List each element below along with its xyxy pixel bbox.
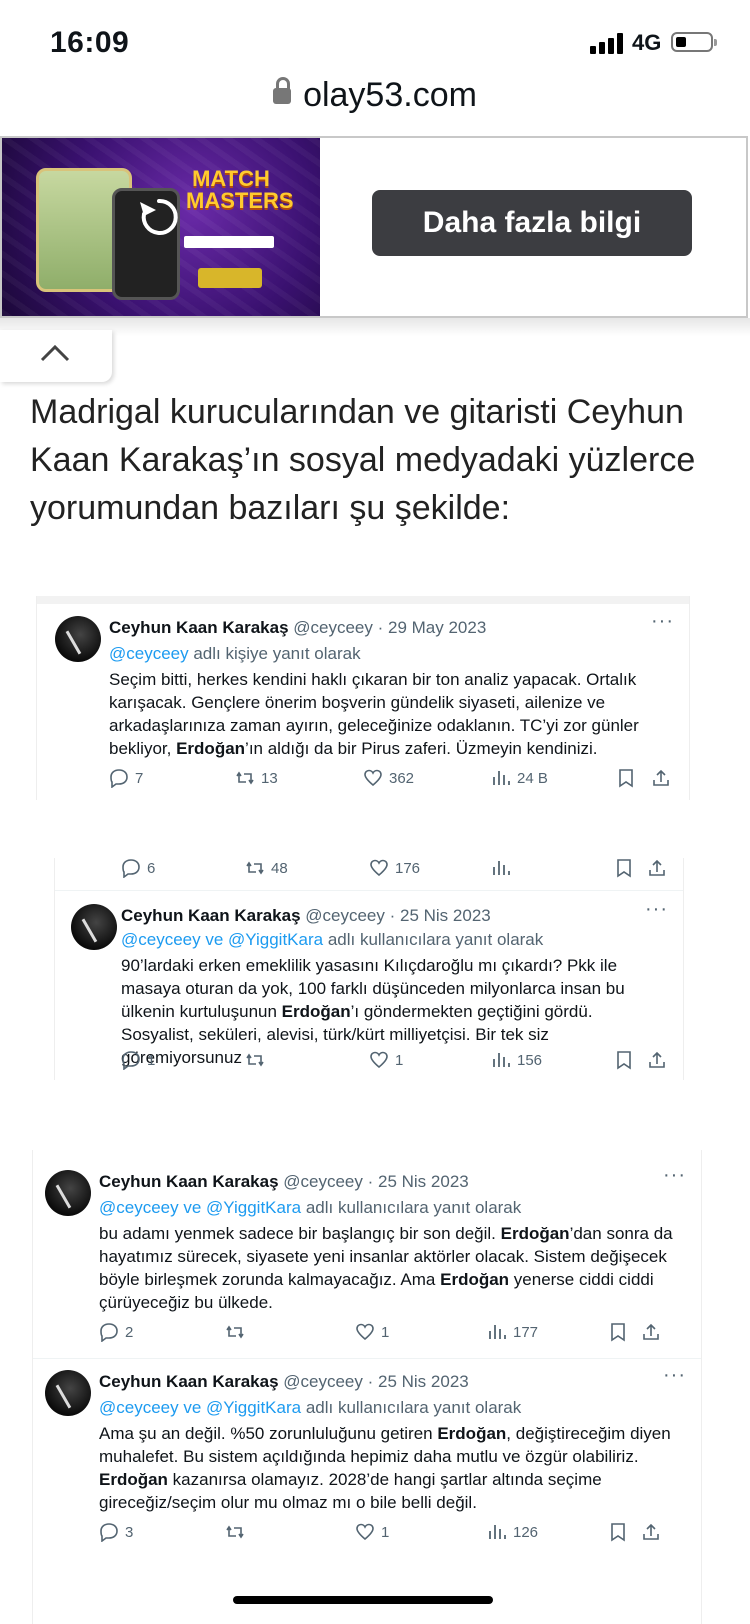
tweet-header: Ceyhun Kaan Karakaş @ceyceey · 25 Nis 20…	[121, 906, 491, 925]
prev-retweet-action[interactable]: 48	[245, 858, 288, 878]
status-time: 16:09	[50, 26, 130, 59]
ad-collapse-button[interactable]	[0, 330, 112, 382]
bookmark-icon[interactable]	[609, 1322, 627, 1342]
views-icon	[487, 1322, 507, 1342]
status-bar: 16:09 4G	[0, 0, 750, 80]
like-action[interactable]: 1	[369, 1050, 403, 1070]
views-icon	[491, 768, 511, 788]
bookmark-icon[interactable]	[609, 1522, 627, 1542]
replay-icon[interactable]	[136, 194, 182, 240]
prev-reply-action[interactable]: 6	[121, 858, 155, 879]
heart-icon	[363, 768, 383, 788]
views-action[interactable]: 24 B	[491, 768, 548, 788]
heart-icon	[369, 858, 389, 878]
heart-icon	[355, 1522, 375, 1542]
more-icon[interactable]: ···	[651, 610, 674, 633]
views-action[interactable]: 156	[491, 1050, 542, 1070]
tweet-screenshot-2: 6 48 176 Ceyhun Kaan Karakaş @ceyceey · …	[54, 858, 684, 1080]
retweet-icon	[235, 768, 255, 788]
tweet-text: bu adamı yenmek sadece bir başlangıç bir…	[99, 1224, 673, 1312]
prev-like-action[interactable]: 176	[369, 858, 420, 878]
reply-icon	[121, 1050, 141, 1071]
reply-action[interactable]: 2	[99, 1322, 133, 1343]
tweet-text: Ama şu an değil. %50 zorunluluğunu getir…	[99, 1424, 671, 1512]
share-icon[interactable]	[647, 858, 667, 878]
reply-context: @ceyceey ve @YiggitKara adlı kullanıcıla…	[99, 1398, 522, 1417]
reply-action[interactable]: 1	[121, 1050, 155, 1071]
reply-context: @ceyceey ve @YiggitKara adlı kullanıcıla…	[121, 930, 544, 949]
url-text: olay53.com	[303, 76, 477, 114]
retweet-action[interactable]	[225, 1322, 251, 1342]
ad-logo: MATCH MASTERS	[186, 166, 294, 213]
retweet-icon	[225, 1522, 245, 1542]
views-action[interactable]: 126	[487, 1522, 538, 1542]
learn-more-button[interactable]: Daha fazla bilgi	[372, 190, 692, 256]
reply-icon	[121, 858, 141, 879]
views-icon	[491, 858, 511, 878]
prev-views-action[interactable]	[491, 858, 511, 878]
tweet-header: Ceyhun Kaan Karakaş @ceyceey · 29 May 20…	[109, 618, 487, 637]
retweet-action[interactable]	[225, 1522, 251, 1542]
heart-icon	[355, 1322, 375, 1342]
retweet-icon	[225, 1322, 245, 1342]
bookmark-icon[interactable]	[615, 1050, 633, 1070]
tweet-header: Ceyhun Kaan Karakaş @ceyceey · 25 Nis 20…	[99, 1172, 469, 1191]
signal-icon	[590, 32, 626, 54]
share-icon[interactable]	[641, 1322, 661, 1342]
avatar	[45, 1370, 91, 1416]
chevron-up-icon	[40, 344, 70, 362]
retweet-action[interactable]	[245, 1050, 271, 1070]
tweet-text: Seçim bitti, herkes kendini haklı çıkara…	[109, 670, 639, 758]
avatar	[45, 1170, 91, 1216]
tweet-screenshot-1: Ceyhun Kaan Karakaş @ceyceey · 29 May 20…	[36, 596, 690, 800]
ad-banner[interactable]: MATCH MASTERS Daha fazla bilgi	[0, 136, 748, 318]
retweet-icon	[245, 858, 265, 878]
ad-image[interactable]: MATCH MASTERS	[2, 138, 320, 316]
like-action[interactable]: 362	[363, 768, 414, 788]
reply-action[interactable]: 3	[99, 1522, 133, 1543]
reply-action[interactable]: 7	[109, 768, 143, 789]
share-icon[interactable]	[641, 1522, 661, 1542]
heart-icon	[369, 1050, 389, 1070]
reply-icon	[99, 1522, 119, 1543]
battery-icon	[671, 32, 717, 52]
reply-icon	[109, 768, 129, 789]
more-icon[interactable]: ···	[645, 898, 668, 921]
more-icon[interactable]: ···	[663, 1164, 686, 1187]
tweet-screenshot-3: Ceyhun Kaan Karakaş @ceyceey · 25 Nis 20…	[32, 1150, 702, 1624]
article-paragraph: Madrigal kurucularından ve gitaristi Cey…	[30, 393, 696, 527]
bookmark-icon[interactable]	[615, 858, 633, 878]
retweet-icon	[245, 1050, 265, 1070]
retweet-action[interactable]: 13	[235, 768, 278, 788]
like-action[interactable]: 1	[355, 1522, 389, 1542]
views-icon	[487, 1522, 507, 1542]
views-action[interactable]: 177	[487, 1322, 538, 1342]
bookmark-icon[interactable]	[617, 768, 635, 788]
avatar	[55, 616, 101, 662]
like-action[interactable]: 1	[355, 1322, 389, 1342]
reply-context: @ceyceey adlı kişiye yanıt olarak	[109, 644, 361, 663]
share-icon[interactable]	[651, 768, 671, 788]
views-icon	[491, 1050, 511, 1070]
address-bar[interactable]: olay53.com	[0, 76, 750, 115]
network-label: 4G	[632, 30, 662, 55]
home-indicator[interactable]	[233, 1596, 493, 1604]
reply-icon	[99, 1322, 119, 1343]
avatar	[71, 904, 117, 950]
reply-context: @ceyceey ve @YiggitKara adlı kullanıcıla…	[99, 1198, 522, 1217]
share-icon[interactable]	[647, 1050, 667, 1070]
tweet-header: Ceyhun Kaan Karakaş @ceyceey · 25 Nis 20…	[99, 1372, 469, 1391]
lock-icon	[273, 77, 292, 104]
ad-shadow	[0, 318, 750, 336]
more-icon[interactable]: ···	[663, 1364, 686, 1387]
